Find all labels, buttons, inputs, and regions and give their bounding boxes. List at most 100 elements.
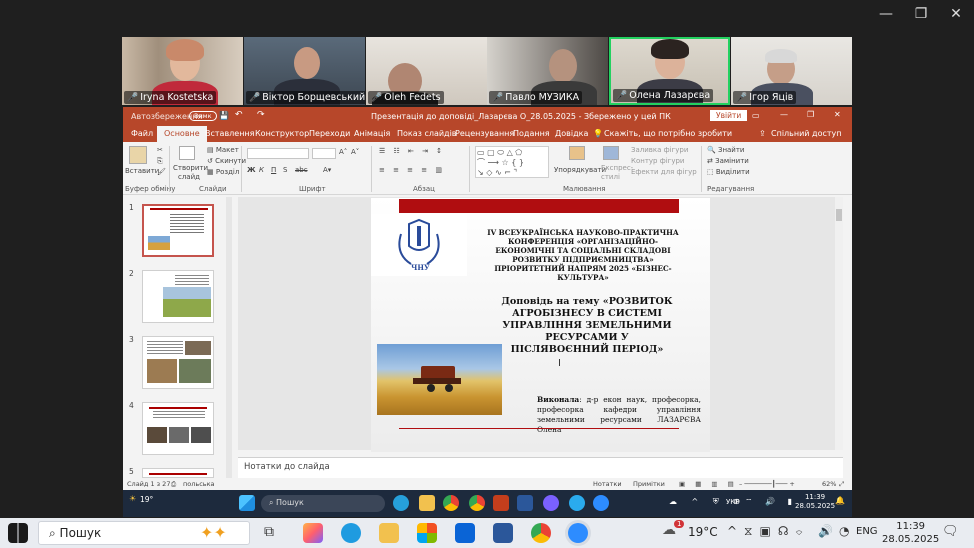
save-icon[interactable]: 💾 bbox=[219, 111, 229, 120]
tab-transitions[interactable]: Переходи bbox=[309, 129, 350, 138]
zoom-level[interactable]: 62% bbox=[822, 480, 836, 488]
participant-tile[interactable]: 🎤 Павло МУЗИКА bbox=[487, 37, 608, 105]
copy-icon[interactable]: ⎘ bbox=[157, 157, 163, 166]
zoom-icon[interactable] bbox=[568, 523, 588, 543]
copilot-icon[interactable] bbox=[303, 523, 323, 543]
new-slide-icon[interactable] bbox=[179, 146, 195, 160]
replace-button[interactable]: ⇄ Замінити bbox=[707, 157, 749, 165]
store-icon[interactable] bbox=[417, 523, 437, 543]
shadow-button[interactable]: S bbox=[283, 166, 287, 174]
tab-insert[interactable]: Вставлення bbox=[205, 129, 254, 138]
arrange-icon[interactable] bbox=[569, 146, 585, 160]
underline-button[interactable]: П bbox=[271, 166, 276, 174]
ppt-minimize-button[interactable]: — bbox=[780, 110, 788, 119]
edge-icon[interactable] bbox=[393, 495, 409, 511]
thumbnail-scrollbar[interactable] bbox=[226, 197, 232, 478]
clock[interactable]: 11:39 28.05.2025 bbox=[795, 493, 835, 511]
shape-fill-button[interactable]: Заливка фігури bbox=[631, 146, 688, 154]
tab-view[interactable]: Подання bbox=[513, 129, 550, 138]
autosave-toggle[interactable]: Вимк bbox=[189, 111, 217, 121]
edge-icon[interactable] bbox=[341, 523, 361, 543]
chrome-icon[interactable] bbox=[443, 495, 459, 511]
input-language[interactable]: УКР bbox=[726, 498, 739, 506]
format-painter-icon[interactable]: 🖌 bbox=[157, 168, 166, 176]
select-button[interactable]: ⬚ Виділити bbox=[707, 168, 750, 176]
section-button[interactable]: ▦ Розділ bbox=[207, 168, 239, 176]
italic-button[interactable]: К bbox=[259, 166, 264, 174]
undo-icon[interactable]: ↶ bbox=[235, 110, 243, 120]
slide-thumbnail-4[interactable] bbox=[142, 402, 214, 455]
fit-slide-icon[interactable]: ⤢ bbox=[839, 480, 844, 489]
strikethrough-button[interactable]: abc bbox=[295, 166, 308, 174]
increase-font-button[interactable]: A˄ bbox=[339, 148, 347, 156]
ppt-close-button[interactable]: ✕ bbox=[834, 110, 841, 119]
file-explorer-icon[interactable] bbox=[419, 495, 435, 511]
tab-review[interactable]: Рецензування bbox=[455, 129, 514, 138]
find-button[interactable]: 🔍 Знайти bbox=[707, 146, 744, 154]
notification-icon[interactable]: 🔔 bbox=[835, 496, 845, 505]
notification-icon[interactable]: 🗨 bbox=[942, 524, 959, 539]
paste-icon[interactable] bbox=[129, 146, 147, 164]
ppt-restore-button[interactable]: ❐ bbox=[807, 110, 814, 119]
word-icon[interactable] bbox=[517, 495, 533, 511]
slide-thumbnail-5[interactable] bbox=[142, 468, 214, 478]
start-icon[interactable] bbox=[239, 495, 255, 511]
decrease-font-button[interactable]: A˅ bbox=[351, 148, 359, 156]
chrome-icon[interactable] bbox=[531, 523, 551, 543]
paste-button[interactable]: Вставити bbox=[125, 167, 159, 175]
share-button[interactable]: Спільний доступ bbox=[771, 129, 842, 138]
viber-icon[interactable] bbox=[543, 495, 559, 511]
participant-tile[interactable]: 🎤 Ігор Яців bbox=[731, 37, 852, 105]
participant-tile[interactable]: 🎤 Oleh Fedets bbox=[366, 37, 487, 105]
slide-thumbnail-3[interactable] bbox=[142, 336, 214, 389]
tab-slideshow[interactable]: Показ слайдів bbox=[397, 129, 457, 138]
comments-toggle[interactable]: Примітки bbox=[633, 480, 665, 488]
bold-button[interactable]: Ж bbox=[247, 166, 256, 174]
slide-scrollbar[interactable] bbox=[835, 197, 843, 450]
tab-help[interactable]: Довідка bbox=[555, 129, 588, 138]
quick-styles-icon[interactable] bbox=[603, 146, 619, 160]
notes-toggle[interactable]: Нотатки bbox=[593, 480, 622, 488]
ribbon-display-icon[interactable]: ▭ bbox=[752, 111, 760, 120]
slide-thumbnail-1[interactable] bbox=[142, 204, 214, 257]
list-buttons[interactable]: ☰ ☷ ⇤ ⇥ ↕ bbox=[379, 147, 445, 155]
font-name-input[interactable] bbox=[247, 148, 309, 159]
chrome-profile-icon[interactable] bbox=[469, 495, 485, 511]
participant-tile[interactable]: 🎤 Iryna Kostetska bbox=[122, 37, 243, 105]
tab-animations[interactable]: Анімація bbox=[354, 129, 390, 138]
telegram-icon[interactable] bbox=[569, 495, 585, 511]
shapes-gallery[interactable]: ▭ ▢ ⬭ △ ⬠ ⌒ ⟶ ☆ { } ↘ ◇ ∿ ⌐ ⌝ bbox=[475, 146, 549, 178]
participant-tile-active-speaker[interactable]: 🎤 Олена Лазарєва bbox=[609, 37, 730, 105]
redo-icon[interactable]: ↷ bbox=[257, 110, 265, 120]
cut-icon[interactable]: ✂ bbox=[157, 146, 163, 154]
clock[interactable]: 11:39 28.05.2025 bbox=[882, 520, 939, 546]
task-view-icon[interactable]: ⧉ bbox=[264, 524, 274, 540]
network-volume-battery-icons[interactable]: ⌔ 🔊 ▮ bbox=[745, 497, 797, 507]
participant-tile[interactable]: 🎤 Віктор Борщевський bbox=[244, 37, 365, 105]
word-icon[interactable] bbox=[493, 523, 513, 543]
shape-effects-button[interactable]: Ефекти для фігур bbox=[631, 168, 697, 176]
search-box[interactable]: ⌕ Пошук bbox=[261, 495, 385, 512]
powerpoint-icon[interactable] bbox=[493, 495, 509, 511]
tell-me-search[interactable]: Скажіть, що потрібно зробити bbox=[604, 129, 732, 138]
zoom-slider[interactable]: – ───────┃─── + bbox=[739, 480, 795, 488]
system-tray-icons[interactable]: ^⧖▣☊⌔ bbox=[727, 524, 810, 539]
shape-outline-button[interactable]: Контур фігури bbox=[631, 157, 684, 165]
minimize-button[interactable]: — bbox=[871, 6, 901, 22]
view-buttons[interactable]: ▣ ▦ ▥ ▤ bbox=[679, 480, 738, 488]
tab-design[interactable]: Конструктор bbox=[255, 129, 309, 138]
slide-thumbnail-2[interactable] bbox=[142, 270, 214, 323]
volume-network-icons[interactable]: 🔊◔ bbox=[818, 524, 855, 538]
layout-button[interactable]: ▤ Макет bbox=[207, 146, 239, 154]
font-size-input[interactable] bbox=[312, 148, 336, 159]
input-language[interactable]: ENG bbox=[856, 526, 878, 537]
font-color-icon[interactable]: A▾ bbox=[323, 166, 331, 174]
restore-button[interactable]: ❐ bbox=[906, 6, 936, 22]
language-indicator[interactable]: польська bbox=[183, 480, 215, 488]
signin-button[interactable]: Увійти bbox=[710, 110, 748, 121]
align-buttons[interactable]: ≡ ≡ ≡ ≡ ▥ bbox=[379, 166, 445, 174]
tab-home[interactable]: Основне bbox=[157, 126, 207, 142]
tab-file[interactable]: Файл bbox=[131, 129, 153, 138]
quick-styles-button[interactable]: Експрес-стилі bbox=[601, 164, 633, 182]
notes-pane[interactable]: Нотатки до слайда bbox=[238, 457, 843, 478]
